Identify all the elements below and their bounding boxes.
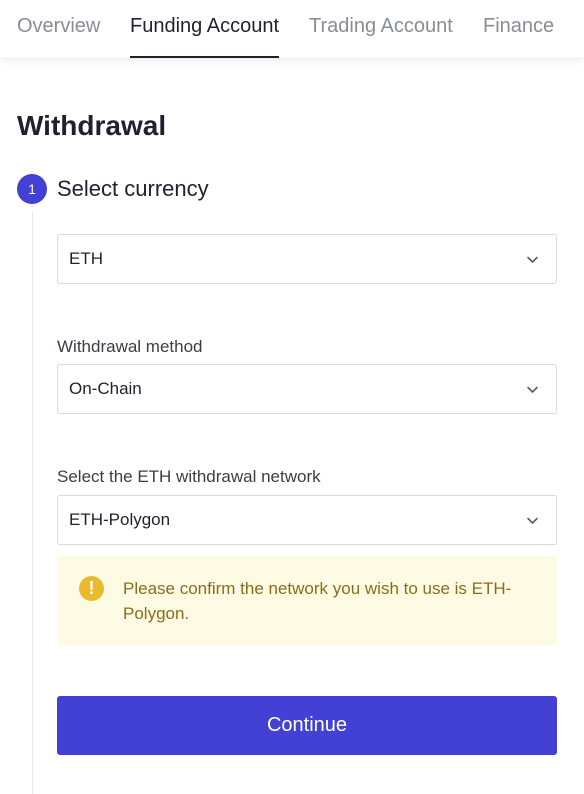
chevron-down-icon <box>527 256 538 263</box>
step-connector-line <box>32 212 33 794</box>
withdrawal-method-label: Withdrawal method <box>57 337 203 356</box>
step-number-badge: 1 <box>17 174 47 204</box>
tab-finance[interactable]: Finance <box>483 14 554 38</box>
active-tab-indicator <box>130 56 279 58</box>
chevron-down-icon <box>527 517 538 524</box>
withdrawal-network-label: Select the ETH withdrawal network <box>57 467 321 486</box>
tab-overview[interactable]: Overview <box>17 14 100 38</box>
currency-select[interactable]: ETH <box>57 234 557 284</box>
account-tabs: Overview Funding Account Trading Account… <box>0 0 584 59</box>
chevron-down-icon <box>527 386 538 393</box>
continue-button[interactable]: Continue <box>57 696 557 755</box>
currency-select-value: ETH <box>69 249 103 268</box>
withdrawal-method-value: On-Chain <box>69 379 142 398</box>
withdrawal-network-value: ETH-Polygon <box>69 510 171 529</box>
network-warning-notice: ! Please confirm the network you wish to… <box>57 556 557 645</box>
step-title: Select currency <box>57 176 209 201</box>
warning-icon: ! <box>79 576 104 601</box>
tab-funding-account[interactable]: Funding Account <box>130 14 279 38</box>
network-warning-text: Please confirm the network you wish to u… <box>123 579 512 623</box>
withdrawal-method-select[interactable]: On-Chain <box>57 364 557 414</box>
tab-trading-account[interactable]: Trading Account <box>309 14 453 38</box>
withdrawal-network-select[interactable]: ETH-Polygon <box>57 495 557 545</box>
page-title: Withdrawal <box>17 110 167 141</box>
